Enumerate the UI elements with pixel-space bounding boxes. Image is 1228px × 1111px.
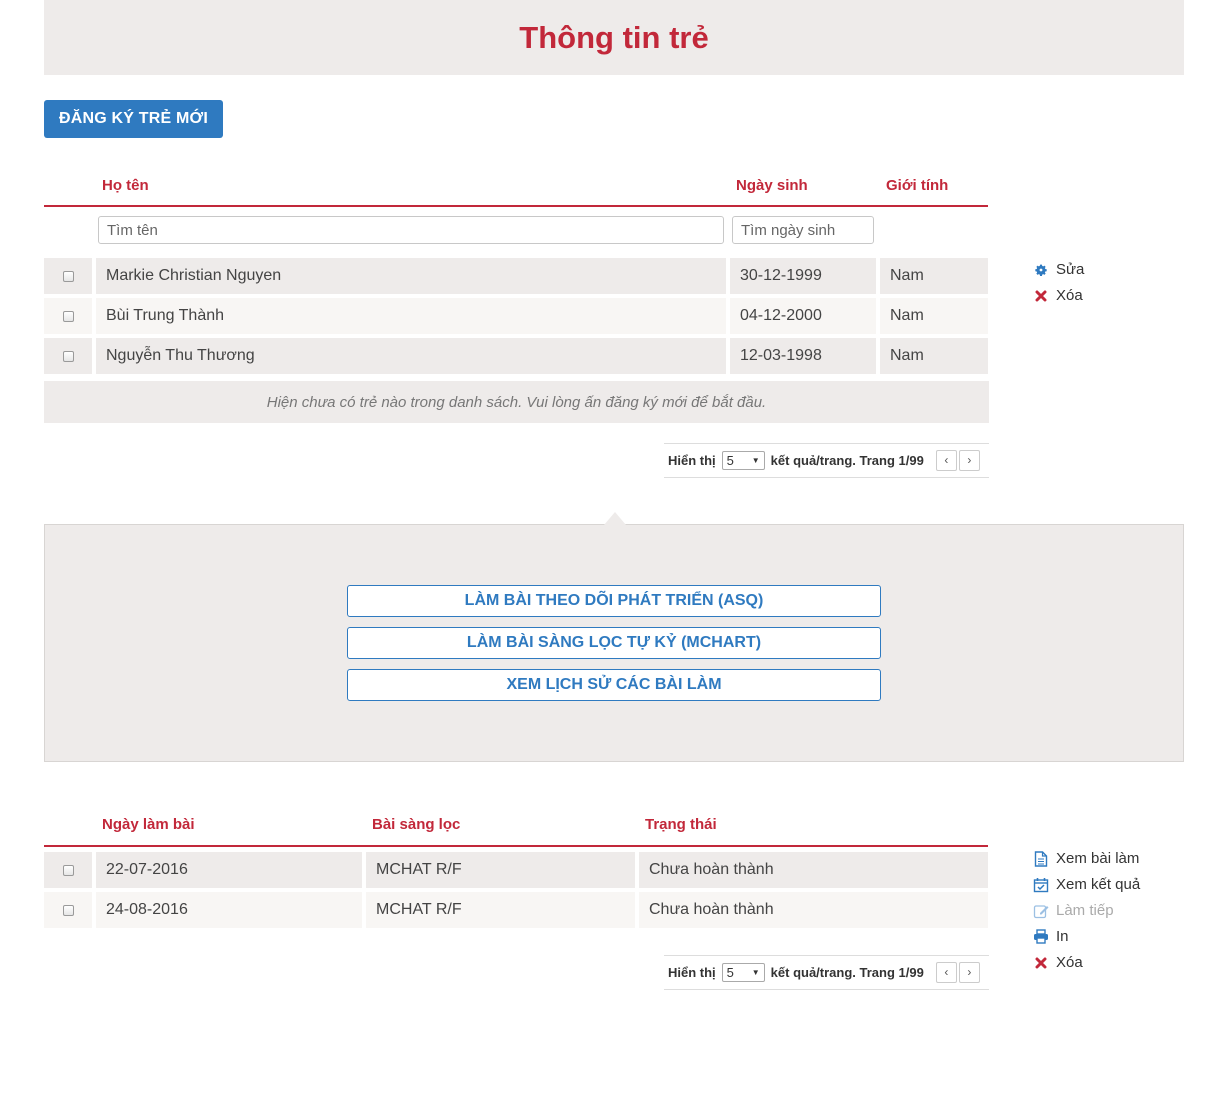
child-name-cell[interactable]: Bùi Trung Thành: [96, 298, 726, 334]
x-icon: [1033, 288, 1049, 304]
register-child-button[interactable]: ĐĂNG KÝ TRẺ MỚI: [44, 100, 223, 138]
prev-page-button[interactable]: ‹: [935, 449, 957, 471]
row-checkbox[interactable]: [62, 904, 74, 916]
x-icon: [1033, 955, 1049, 971]
prev-page-button[interactable]: ‹: [935, 961, 957, 983]
pager-bottom-divider: [664, 477, 989, 478]
view-result-label: Xem kết quả: [1056, 876, 1141, 893]
chevron-right-icon: ›: [967, 453, 972, 467]
pager-show-label: Hiển thị: [668, 452, 716, 468]
asq-test-button[interactable]: LÀM BÀI THEO DÕI PHÁT TRIỂN (ASQ): [347, 585, 881, 617]
column-header-status[interactable]: Trạng thái: [645, 816, 717, 833]
view-test-action[interactable]: Xem bài làm: [1033, 850, 1139, 867]
chevron-right-icon: ›: [967, 965, 972, 979]
table-row-checkbox-cell: [44, 338, 92, 374]
panel-pointer: [604, 512, 626, 525]
page-size-select[interactable]: 5 ▼: [721, 450, 765, 470]
chevron-left-icon: ‹: [944, 965, 949, 979]
history-pager: Hiển thị 5 ▼ kết quả/trang. Trang 1/99 ‹…: [668, 961, 980, 983]
continue-action[interactable]: Làm tiếp: [1033, 902, 1114, 919]
table-row-checkbox-cell: [44, 852, 92, 888]
edit-child-action[interactable]: Sửa: [1033, 261, 1084, 278]
page-size-value: 5: [726, 964, 734, 980]
column-header-date[interactable]: Ngày làm bài: [102, 816, 195, 833]
chevron-left-icon: ‹: [944, 453, 949, 467]
child-dob-cell[interactable]: 30-12-1999: [730, 258, 876, 294]
table-header-divider: [44, 205, 988, 207]
search-dob-input[interactable]: [732, 216, 874, 244]
history-test-cell[interactable]: MCHAT R/F: [366, 892, 635, 928]
page-size-select[interactable]: 5 ▼: [721, 962, 765, 982]
search-name-input[interactable]: [98, 216, 724, 244]
pager-bottom-divider: [664, 989, 989, 990]
print-action[interactable]: In: [1033, 928, 1069, 945]
column-header-name[interactable]: Họ tên: [102, 177, 149, 194]
row-checkbox[interactable]: [62, 270, 74, 282]
child-name-cell[interactable]: Markie Christian Nguyen: [96, 258, 726, 294]
page-title: Thông tin trẻ: [519, 19, 709, 55]
history-test-cell[interactable]: MCHAT R/F: [366, 852, 635, 888]
edit-label: Sửa: [1056, 261, 1085, 278]
table-row-checkbox-cell: [44, 298, 92, 334]
history-date-cell[interactable]: 24-08-2016: [96, 892, 362, 928]
gear-icon: [1033, 262, 1049, 278]
pager-info-text: kết quả/trang. Trang 1/99: [770, 964, 924, 980]
view-result-action[interactable]: Xem kết quả: [1033, 876, 1140, 893]
delete-label: Xóa: [1056, 287, 1083, 304]
column-header-test[interactable]: Bài sàng lọc: [372, 816, 460, 833]
history-header-divider: [44, 845, 988, 847]
empty-list-message: Hiện chưa có trẻ nào trong danh sách. Vu…: [44, 381, 989, 423]
next-page-button[interactable]: ›: [958, 961, 980, 983]
row-checkbox[interactable]: [62, 864, 74, 876]
page-size-value: 5: [726, 452, 734, 468]
view-test-label: Xem bài làm: [1056, 850, 1140, 867]
continue-label: Làm tiếp: [1056, 902, 1114, 919]
column-header-gender[interactable]: Giới tính: [886, 177, 948, 194]
column-header-dob[interactable]: Ngày sinh: [736, 177, 808, 194]
history-date-cell[interactable]: 22-07-2016: [96, 852, 362, 888]
child-gender-cell[interactable]: Nam: [880, 338, 988, 374]
chevron-down-icon: ▼: [751, 967, 760, 977]
delete-child-action[interactable]: Xóa: [1033, 287, 1083, 304]
document-icon: [1033, 850, 1049, 867]
child-gender-cell[interactable]: Nam: [880, 298, 988, 334]
pager-top-divider: [664, 955, 989, 956]
table-row-checkbox-cell: [44, 892, 92, 928]
mchart-test-button[interactable]: LÀM BÀI SÀNG LỌC TỰ KỶ (MCHART): [347, 627, 881, 659]
history-button[interactable]: XEM LỊCH SỬ CÁC BÀI LÀM: [347, 669, 881, 701]
header-bar: Thông tin trẻ: [44, 0, 1184, 75]
children-pager: Hiển thị 5 ▼ kết quả/trang. Trang 1/99 ‹…: [668, 449, 980, 471]
pencil-icon: [1033, 903, 1049, 919]
chevron-down-icon: ▼: [751, 455, 760, 465]
row-checkbox[interactable]: [62, 310, 74, 322]
child-name-cell[interactable]: Nguyễn Thu Thương: [96, 338, 726, 374]
child-gender-cell[interactable]: Nam: [880, 258, 988, 294]
calendar-check-icon: [1033, 877, 1049, 893]
pager-info-text: kết quả/trang. Trang 1/99: [770, 452, 924, 468]
history-status-cell[interactable]: Chưa hoàn thành: [639, 892, 988, 928]
print-label: In: [1056, 928, 1069, 945]
child-dob-cell[interactable]: 12-03-1998: [730, 338, 876, 374]
pager-show-label: Hiển thị: [668, 964, 716, 980]
delete-history-action[interactable]: Xóa: [1033, 954, 1083, 971]
pager-top-divider: [664, 443, 989, 444]
row-checkbox[interactable]: [62, 350, 74, 362]
table-row-checkbox-cell: [44, 258, 92, 294]
history-status-cell[interactable]: Chưa hoàn thành: [639, 852, 988, 888]
printer-icon: [1033, 929, 1049, 945]
delete-label: Xóa: [1056, 954, 1083, 971]
child-dob-cell[interactable]: 04-12-2000: [730, 298, 876, 334]
next-page-button[interactable]: ›: [958, 449, 980, 471]
